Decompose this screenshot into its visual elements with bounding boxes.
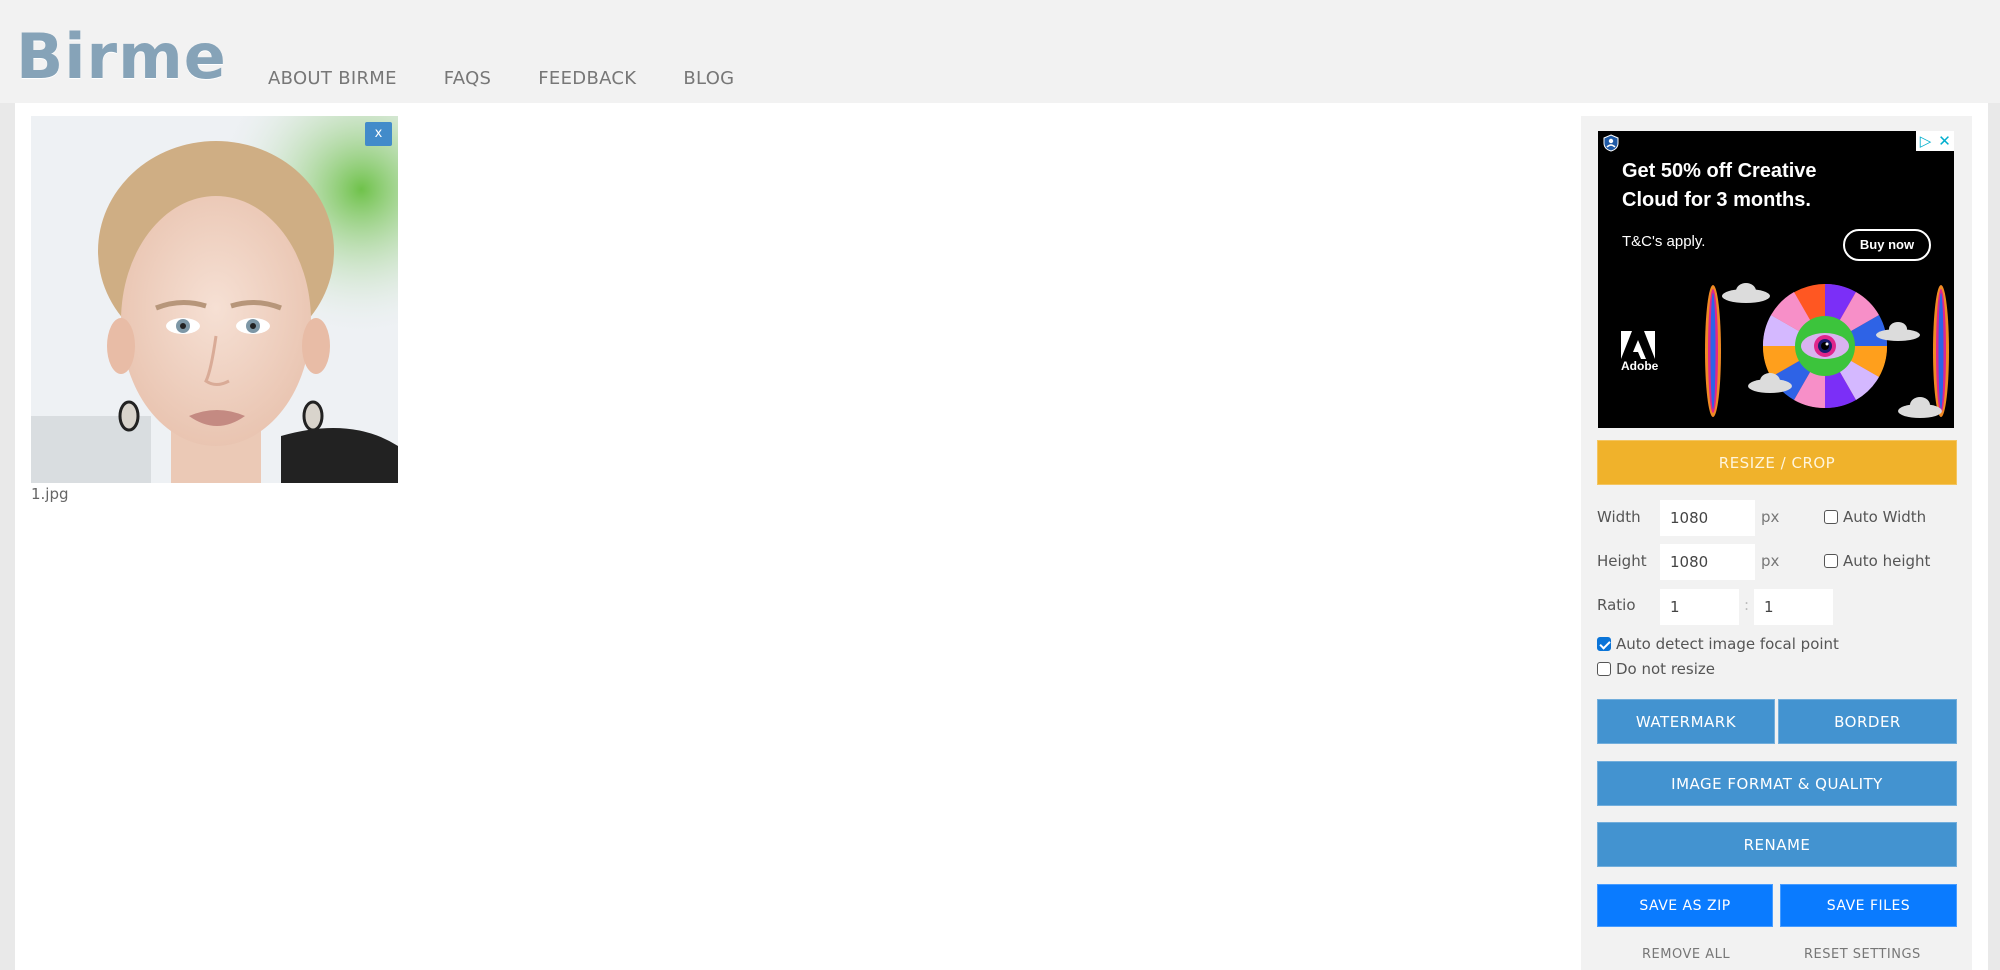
remove-all-link[interactable]: REMOVE ALL: [1642, 947, 1730, 962]
do-not-resize-label: Do not resize: [1616, 660, 1715, 678]
remove-image-button[interactable]: x: [365, 122, 392, 146]
ad-headline-line2: Cloud for 3 months.: [1622, 189, 1811, 211]
nav-about[interactable]: ABOUT BIRME: [268, 68, 397, 89]
image-thumbnail[interactable]: [31, 116, 398, 483]
focal-point-label: Auto detect image focal point: [1616, 635, 1839, 653]
auto-width-checkbox[interactable]: Auto Width: [1824, 508, 1926, 526]
save-files-button[interactable]: SAVE FILES: [1780, 884, 1957, 927]
auto-height-box[interactable]: [1824, 554, 1838, 568]
nav-faqs[interactable]: FAQS: [444, 68, 492, 89]
image-filename: 1.jpg: [31, 485, 69, 503]
height-input[interactable]: [1660, 544, 1755, 580]
nav-blog[interactable]: BLOG: [683, 68, 734, 89]
width-input[interactable]: [1660, 500, 1755, 536]
border-button[interactable]: BORDER: [1778, 699, 1957, 744]
do-not-resize-checkbox[interactable]: Do not resize: [1597, 660, 1715, 678]
auto-width-box[interactable]: [1824, 510, 1838, 524]
width-label: Width: [1597, 508, 1641, 526]
save-as-zip-button[interactable]: SAVE AS ZIP: [1597, 884, 1773, 927]
ad-buy-now-button[interactable]: Buy now: [1843, 229, 1931, 261]
height-unit: px: [1761, 552, 1780, 570]
ad-terms: T&C's apply.: [1622, 233, 1706, 250]
site-header: Birme ABOUT BIRME FAQS FEEDBACK BLOG: [0, 0, 2000, 103]
ad-artwork: [1705, 283, 1949, 418]
page-gutter-right: [1988, 103, 2000, 970]
reset-settings-link[interactable]: RESET SETTINGS: [1804, 947, 1921, 962]
rename-button[interactable]: RENAME: [1597, 822, 1957, 867]
ad-close-icon[interactable]: ✕: [1935, 131, 1954, 151]
do-not-resize-box[interactable]: [1597, 662, 1611, 676]
width-unit: px: [1761, 508, 1780, 526]
auto-width-label: Auto Width: [1843, 508, 1927, 526]
ad-headline: Get 50% off Creative Cloud for 3 months.: [1622, 157, 1817, 215]
resize-crop-button[interactable]: RESIZE / CROP: [1597, 440, 1957, 485]
focal-point-box[interactable]: [1597, 637, 1611, 651]
image-format-quality-button[interactable]: IMAGE FORMAT & QUALITY: [1597, 761, 1957, 806]
ad-controls: ▷ ✕: [1916, 131, 1954, 151]
ad-headline-line1: Get 50% off Creative: [1622, 160, 1817, 182]
adobe-logo-icon: [1621, 331, 1655, 359]
birme-logo[interactable]: Birme: [16, 22, 227, 92]
nav-feedback[interactable]: FEEDBACK: [538, 68, 636, 89]
watermark-button[interactable]: WATERMARK: [1597, 699, 1775, 744]
advertisement[interactable]: ▷ ✕ Get 50% off Creative Cloud for 3 mon…: [1598, 131, 1954, 428]
focal-point-checkbox[interactable]: Auto detect image focal point: [1597, 635, 1839, 653]
auto-height-checkbox[interactable]: Auto height: [1824, 552, 1930, 570]
ad-brand: Adobe: [1621, 359, 1659, 373]
ratio-height-input[interactable]: [1754, 589, 1833, 625]
page-gutter-left: [0, 103, 15, 970]
privacy-shield-icon[interactable]: [1602, 134, 1620, 152]
ratio-separator: :: [1744, 596, 1750, 614]
adchoices-icon[interactable]: ▷: [1916, 131, 1935, 151]
auto-height-label: Auto height: [1843, 552, 1931, 570]
main-nav: ABOUT BIRME FAQS FEEDBACK BLOG: [268, 68, 781, 89]
height-label: Height: [1597, 552, 1647, 570]
portrait-photo: [31, 116, 398, 483]
ratio-width-input[interactable]: [1660, 589, 1739, 625]
ratio-label: Ratio: [1597, 596, 1636, 614]
